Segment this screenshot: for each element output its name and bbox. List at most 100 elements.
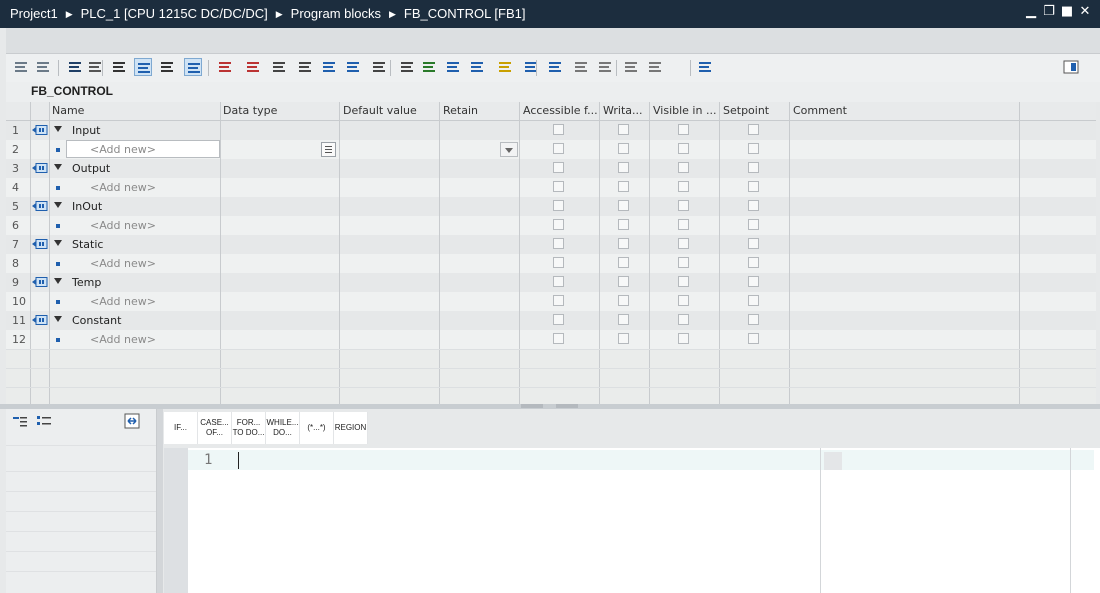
checkbox-setpoint[interactable] <box>748 333 759 344</box>
checkbox-visible[interactable] <box>678 333 689 344</box>
checkbox-writable[interactable] <box>618 333 629 344</box>
breadcrumb-block[interactable]: FB_CONTROL [FB1] <box>404 6 526 21</box>
collapse-arrow-icon[interactable] <box>54 316 62 322</box>
indent-icon[interactable] <box>110 58 128 76</box>
column-header-retain[interactable]: Retain <box>443 104 519 117</box>
checkbox-accessible[interactable] <box>553 200 564 211</box>
checkbox-accessible[interactable] <box>553 181 564 192</box>
interface-view-icon[interactable] <box>134 58 152 76</box>
splitter-down-handle[interactable] <box>556 404 578 408</box>
checkbox-writable[interactable] <box>618 238 629 249</box>
checkbox-setpoint[interactable] <box>748 314 759 325</box>
insert-row-icon[interactable] <box>12 58 30 76</box>
checkbox-setpoint[interactable] <box>748 124 759 135</box>
collapse-arrow-icon[interactable] <box>54 126 62 132</box>
table-row[interactable]: 8 <Add new> <box>6 254 1096 273</box>
checkbox-writable[interactable] <box>618 124 629 135</box>
maximize-icon[interactable]: ■ <box>1060 4 1074 20</box>
collapse-arrow-icon[interactable] <box>54 202 62 208</box>
column-header-data-type[interactable]: Data type <box>223 104 339 117</box>
splitter-up-handle[interactable] <box>521 404 543 408</box>
checkbox-visible[interactable] <box>678 257 689 268</box>
data-type-list-icon[interactable] <box>321 142 336 157</box>
checkbox-visible[interactable] <box>678 276 689 287</box>
checkbox-visible[interactable] <box>678 124 689 135</box>
column-header-comment[interactable]: Comment <box>793 104 1019 117</box>
checkbox-accessible[interactable] <box>553 295 564 306</box>
add-new-placeholder[interactable]: <Add new> <box>90 219 156 232</box>
indent-left-icon[interactable] <box>344 58 362 76</box>
column-header-default-value[interactable]: Default value <box>343 104 439 117</box>
section-name[interactable]: Input <box>72 124 100 137</box>
pane-splitter[interactable] <box>0 404 1100 409</box>
column-header-visible[interactable]: Visible in ... <box>653 104 719 117</box>
close-icon[interactable]: ✕ <box>1078 4 1092 20</box>
table-row[interactable]: 12 <Add new> <box>6 330 1096 349</box>
checkbox-accessible[interactable] <box>553 333 564 344</box>
checkbox-visible[interactable] <box>678 200 689 211</box>
checkbox-accessible[interactable] <box>553 219 564 230</box>
column-header-writable[interactable]: Writa... <box>603 104 649 117</box>
checkbox-visible[interactable] <box>678 295 689 306</box>
checkbox-writable[interactable] <box>618 276 629 287</box>
checkbox-setpoint[interactable] <box>748 238 759 249</box>
scl-insert-button[interactable]: CASE... OF... <box>198 412 232 444</box>
table-row[interactable]: 2 <Add new> <box>6 140 1096 159</box>
absolute-operand-icon[interactable] <box>468 58 486 76</box>
watch-icon[interactable] <box>596 58 614 76</box>
favorites-icon[interactable] <box>184 58 202 76</box>
add-new-placeholder[interactable]: <Add new> <box>90 181 156 194</box>
scl-insert-button[interactable]: REGION <box>334 412 368 444</box>
breakpoint-icon[interactable] <box>496 58 514 76</box>
jump-icon[interactable] <box>546 58 564 76</box>
checkbox-visible[interactable] <box>678 143 689 154</box>
breadcrumb-program-blocks[interactable]: Program blocks <box>291 6 381 21</box>
scl-insert-button[interactable]: FOR... TO DO... <box>232 412 266 444</box>
outdent-icon[interactable] <box>370 58 388 76</box>
reset-start-icon[interactable] <box>216 58 234 76</box>
indent-right-icon[interactable] <box>320 58 338 76</box>
column-header-accessible[interactable]: Accessible f... <box>523 104 599 117</box>
checkbox-accessible[interactable] <box>553 162 564 173</box>
pane-vertical-separator[interactable] <box>157 409 163 593</box>
checkbox-writable[interactable] <box>618 314 629 325</box>
settings-panel-icon[interactable] <box>696 58 714 76</box>
checkbox-setpoint[interactable] <box>748 162 759 173</box>
call-block-icon[interactable] <box>296 58 314 76</box>
checkbox-setpoint[interactable] <box>748 219 759 230</box>
section-name[interactable]: Constant <box>72 314 121 327</box>
restore-icon[interactable]: ❐ <box>1042 4 1056 20</box>
breadcrumb-project[interactable]: Project1 <box>10 6 58 21</box>
checkbox-writable[interactable] <box>618 143 629 154</box>
table-row[interactable]: 3 Output <box>6 159 1096 178</box>
table-row[interactable]: 6 <Add new> <box>6 216 1096 235</box>
section-name[interactable]: Static <box>72 238 103 251</box>
checkbox-writable[interactable] <box>618 200 629 211</box>
settings-panel-icon[interactable] <box>1062 58 1080 76</box>
collapse-arrow-icon[interactable] <box>54 240 62 246</box>
download-icon[interactable] <box>66 58 84 76</box>
add-new-placeholder[interactable]: <Add new> <box>90 295 156 308</box>
checkbox-writable[interactable] <box>618 162 629 173</box>
add-new-placeholder[interactable]: <Add new> <box>90 143 156 156</box>
collapse-arrow-icon[interactable] <box>54 164 62 170</box>
watch-all-icon[interactable] <box>622 58 640 76</box>
trace-icon[interactable] <box>646 58 664 76</box>
minimize-icon[interactable]: ▁ <box>1024 4 1038 20</box>
checkbox-accessible[interactable] <box>553 257 564 268</box>
section-name[interactable]: Output <box>72 162 110 175</box>
checkbox-accessible[interactable] <box>553 276 564 287</box>
expand-all-icon[interactable] <box>12 415 28 427</box>
checkbox-visible[interactable] <box>678 162 689 173</box>
table-row[interactable]: 5 InOut <box>6 197 1096 216</box>
checkbox-accessible[interactable] <box>553 238 564 249</box>
line-numbers-icon[interactable] <box>444 58 462 76</box>
checkbox-visible[interactable] <box>678 238 689 249</box>
scl-insert-button[interactable]: (*...*) <box>300 412 334 444</box>
goto-icon[interactable] <box>522 58 540 76</box>
section-name[interactable]: InOut <box>72 200 102 213</box>
breadcrumb-plc[interactable]: PLC_1 [CPU 1215C DC/DC/DC] <box>81 6 268 21</box>
checkbox-setpoint[interactable] <box>748 143 759 154</box>
checkbox-setpoint[interactable] <box>748 295 759 306</box>
collapse-arrow-icon[interactable] <box>54 278 62 284</box>
